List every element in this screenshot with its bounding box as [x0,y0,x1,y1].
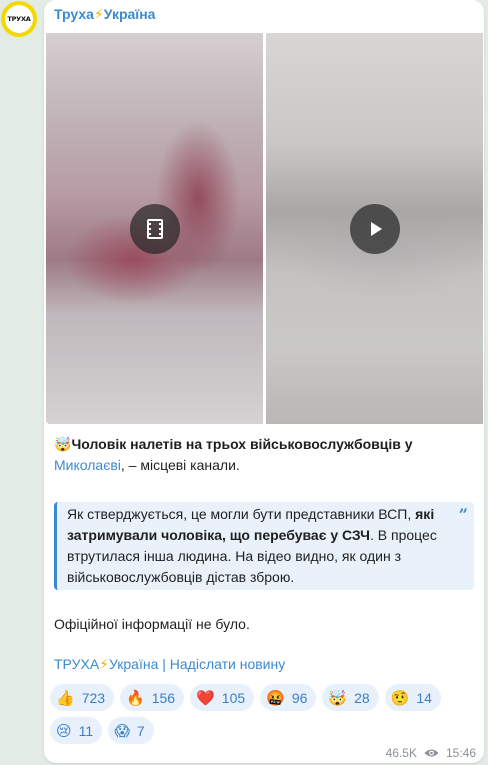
crying-face-icon: 😢 [56,721,72,740]
reaction-angry[interactable]: 🤬 96 [260,684,317,711]
reaction-heart[interactable]: ❤️ 105 [190,684,255,711]
video-thumbnail-1[interactable] [46,33,263,424]
film-icon[interactable] [129,203,180,254]
video-thumbnail-2[interactable] [266,33,483,424]
reaction-crying[interactable]: 😢 11 [50,717,103,744]
post-headline: 🤯Чоловік налетів на трьох військовослужб… [54,434,474,476]
heart-icon: ❤️ [196,688,215,707]
blockquote: Як стверджується, це могли бути представ… [54,502,474,590]
media-album [46,33,483,424]
fire-icon: 🔥 [126,688,145,707]
eye-icon [424,748,439,758]
exploding-head-emoji: 🤯 [54,436,72,452]
channel-name-part2: Україна [103,6,156,22]
play-icon[interactable] [349,203,400,254]
reaction-count: 14 [416,689,432,706]
views-count: 46.5K [385,746,417,760]
reaction-count: 96 [291,689,308,706]
exploding-head-icon: 🤯 [328,688,348,707]
raised-eyebrow-icon: 🤨 [390,688,410,707]
channel-name-part1: Труха [54,6,94,22]
message-time: 15:46 [445,746,476,760]
reaction-thumbs-up[interactable]: 👍 723 [50,684,115,711]
message-bubble: Труха⚡Україна 🤯Чоловік налетів на трьох … [44,0,484,763]
quote-text-1: Як стверджується, це могли бути представ… [67,506,416,522]
reaction-count: 28 [354,689,370,706]
reaction-count: 7 [136,722,145,739]
footer-link[interactable]: ТРУХА⚡Україна | Надіслати новину [54,656,285,673]
reaction-fire[interactable]: 🔥 156 [120,684,185,711]
footer-link-part2: Україна | Надіслати новину [109,656,286,672]
quote-icon: ” [458,505,468,524]
thumbs-up-icon: 👍 [56,688,75,707]
reaction-scream[interactable]: 😱 7 [108,717,154,744]
message-meta: 46.5K 15:46 [386,746,476,760]
mykolaiv-link[interactable]: Миколаєві [54,457,121,473]
reaction-count: 11 [78,722,94,739]
screaming-face-icon: 😱 [114,721,130,740]
headline-rest: , – місцеві канали. [120,457,240,473]
headline-bold: Чоловік налетів на трьох військовослужбо… [71,436,413,452]
channel-avatar-text: ТРУХА [5,5,33,33]
reaction-exploding-head[interactable]: 🤯 28 [322,684,379,711]
lightning-icon: ⚡ [93,6,104,22]
reaction-count: 105 [221,689,246,706]
reaction-count: 156 [151,689,176,706]
reaction-raised-eyebrow[interactable]: 🤨 14 [384,684,441,711]
channel-name[interactable]: Труха⚡Україна [54,6,155,23]
angry-face-icon: 🤬 [266,688,285,707]
reactions-bar: 👍 723 🔥 156 ❤️ 105 🤬 96 🤯 28 🤨 14 😢 11 😱 7 [50,684,480,744]
footer-lightning-icon: ⚡ [99,656,109,672]
post-note: Офіційної інформації не було. [54,616,250,632]
footer-link-part1: ТРУХА [54,656,100,672]
reaction-count: 723 [81,689,106,706]
channel-avatar[interactable]: ТРУХА [1,1,37,37]
